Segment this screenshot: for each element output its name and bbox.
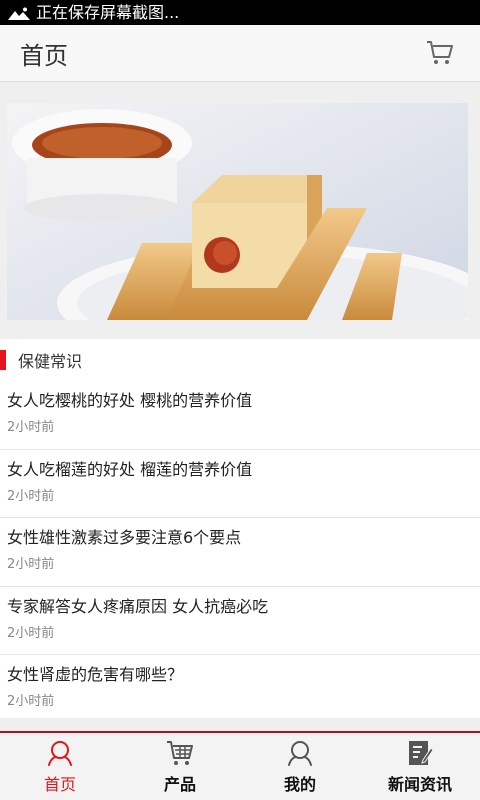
nav-label-products: 产品 (163, 774, 196, 794)
user-icon (288, 740, 312, 766)
cart-icon (167, 740, 193, 765)
section-title: 保健常识 (18, 352, 83, 371)
nav-item-news[interactable]: 新闻资讯 (360, 733, 480, 800)
news-item[interactable]: 女人吃樱桃的好处 樱桃的营养价值 2小时前 (0, 381, 480, 450)
news-time: 2小时前 (7, 625, 55, 641)
health-tips-section: 保健常识 女人吃樱桃的好处 樱桃的营养价值 2小时前 女人吃榴莲的好处 榴莲的营… (0, 339, 480, 718)
bottom-nav: 首页 产品 我的 新闻资讯 (0, 731, 480, 800)
nav-item-mine[interactable]: 我的 (240, 733, 360, 800)
status-text: 正在保存屏幕截图... (36, 3, 180, 22)
news-time: 2小时前 (7, 488, 55, 504)
news-title: 女人吃樱桃的好处 樱桃的营养价值 (7, 391, 253, 410)
cart-icon (427, 41, 453, 64)
news-time: 2小时前 (7, 694, 55, 709)
banner-illustration (7, 103, 468, 320)
news-item[interactable]: 女性雄性激素过多要注意6个要点 2小时前 (0, 518, 480, 587)
news-edit-icon (409, 740, 434, 765)
news-title: 专家解答女人疼痛原因 女人抗癌必吃 (7, 596, 269, 616)
home-person-icon (48, 740, 72, 766)
news-title: 女人吃榴莲的好处 榴莲的营养价值 (7, 459, 253, 479)
screenshot-icon (8, 5, 30, 20)
page-title: 首页 (20, 41, 68, 70)
nav-label-home: 首页 (43, 774, 76, 794)
news-title: 女性雄性激素过多要注意6个要点 (7, 528, 242, 547)
nav-item-home[interactable]: 首页 (0, 733, 120, 800)
news-item[interactable]: 专家解答女人疼痛原因 女人抗癌必吃 2小时前 (0, 587, 480, 655)
cart-button[interactable] (420, 33, 460, 73)
nav-label-mine: 我的 (283, 774, 316, 794)
status-bar: 正在保存屏幕截图... (0, 0, 480, 25)
banner-image[interactable] (7, 103, 468, 320)
section-header: 保健常识 (0, 339, 480, 381)
nav-item-products[interactable]: 产品 (120, 733, 240, 800)
news-time: 2小时前 (7, 420, 55, 435)
news-time: 2小时前 (7, 557, 55, 572)
nav-label-news: 新闻资讯 (387, 774, 452, 794)
section-accent-bar (0, 350, 6, 370)
news-item[interactable]: 女人吃榴莲的好处 榴莲的营养价值 2小时前 (0, 450, 480, 518)
news-item[interactable]: 女性肾虚的危害有哪些？ 2小时前 (0, 655, 480, 724)
news-title: 女性肾虚的危害有哪些？ (7, 665, 184, 684)
app-header: 首页 (0, 25, 480, 82)
